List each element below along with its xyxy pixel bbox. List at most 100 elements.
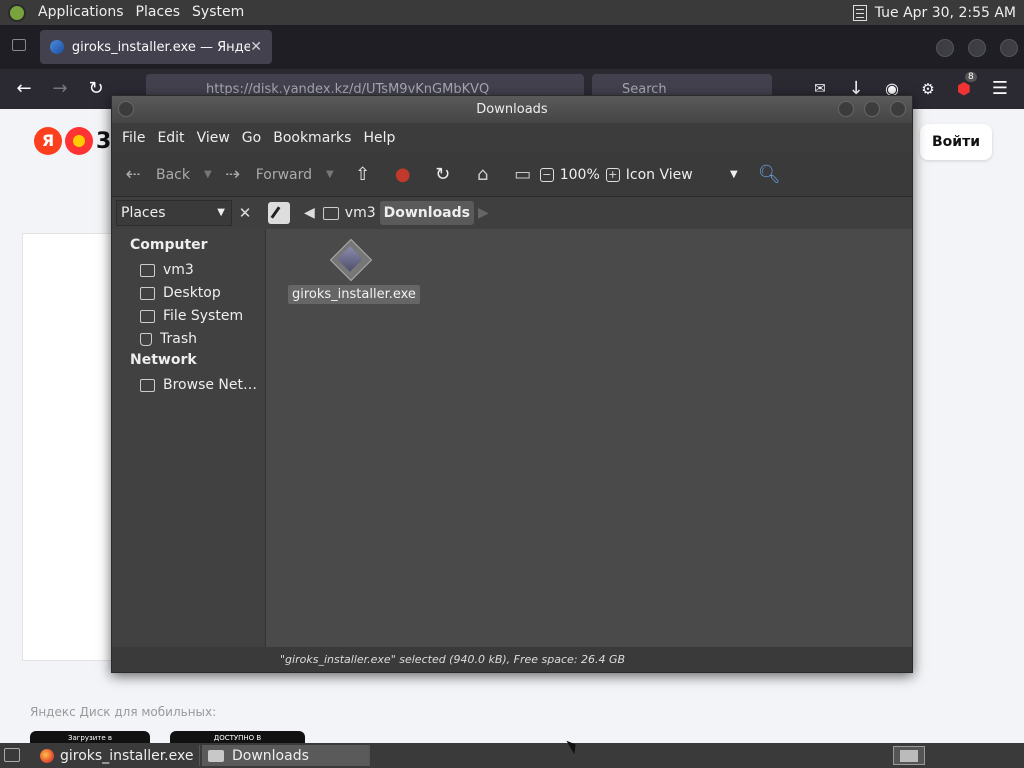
- folder-icon: [208, 749, 224, 762]
- maximize-icon[interactable]: [968, 39, 986, 57]
- sidebar-item-label: vm3: [163, 262, 194, 278]
- chevron-down-icon: ▼: [730, 169, 738, 180]
- back-button[interactable]: ⇠ Back: [122, 153, 190, 197]
- sidebar-heading-computer: Computer: [130, 237, 208, 253]
- app-store-badge[interactable]: Загрузите в: [30, 731, 150, 743]
- yandex-logo-icon: Я: [34, 127, 62, 155]
- places-menu[interactable]: Places: [130, 0, 187, 25]
- menu-file[interactable]: File: [116, 130, 151, 146]
- location-bar: Places ▼ ✕ ◀ vm3 Downloads ▶: [112, 197, 912, 229]
- sidebar-item-vm3[interactable]: vm3: [140, 259, 262, 281]
- sidebar-item-label: File System: [163, 308, 244, 324]
- notes-tray-icon[interactable]: [852, 4, 867, 21]
- clock[interactable]: Tue Apr 30, 2:55 AM: [875, 5, 1016, 21]
- desktop-folder-icon: [140, 286, 155, 300]
- zoom-level[interactable]: 100%: [560, 153, 600, 197]
- forward-arrow-icon: ⇢: [225, 163, 241, 185]
- taskbar-item-downloads[interactable]: Downloads: [202, 745, 370, 766]
- firefox-icon: [40, 748, 54, 763]
- toolbar: ⇠ Back ▼ ⇢ Forward ▼ ⇧ ● ↻ ⌂ ▭ − 100% + …: [112, 153, 912, 197]
- zoom-in-icon[interactable]: +: [605, 167, 620, 182]
- stop-icon[interactable]: ●: [392, 164, 414, 186]
- edit-location-icon[interactable]: [268, 202, 290, 224]
- sidebar-item-label: Trash: [160, 331, 197, 347]
- menu-go[interactable]: Go: [236, 130, 267, 146]
- reload-icon[interactable]: ↻: [84, 77, 108, 101]
- file-view[interactable]: giroks_installer.exe: [268, 229, 912, 647]
- taskbar-item-label: giroks_installer.exe ...: [60, 747, 200, 764]
- system-menu[interactable]: System: [186, 0, 250, 25]
- sidebar-heading-network: Network: [130, 352, 197, 368]
- menu-help[interactable]: Help: [357, 130, 401, 146]
- menu-icon[interactable]: ☰: [988, 77, 1012, 101]
- computer-icon[interactable]: ▭: [512, 164, 534, 186]
- browser-tab[interactable]: giroks_installer.exe — Янде ✕: [40, 30, 272, 64]
- trash-icon: [140, 332, 152, 346]
- list-tabs-icon[interactable]: [12, 39, 26, 51]
- zoom-out-icon[interactable]: −: [539, 167, 554, 182]
- menubar: File Edit View Go Bookmarks Help: [112, 123, 912, 153]
- back-history-dropdown-icon[interactable]: ▼: [204, 169, 212, 180]
- close-sidebar-icon[interactable]: ✕: [234, 200, 256, 226]
- forward-button[interactable]: ⇢ Forward: [222, 153, 312, 197]
- statusbar-spacer: [112, 647, 266, 672]
- places-sidebar: Computer vm3 Desktop File System Trash N…: [112, 229, 266, 647]
- menu-view[interactable]: View: [191, 130, 236, 146]
- favicon-icon: [50, 40, 64, 54]
- breadcrumb-downloads[interactable]: Downloads: [379, 201, 474, 225]
- sidebar-item-browse-network[interactable]: Browse Net…: [140, 374, 262, 396]
- extensions-icon[interactable]: ⚙: [916, 77, 940, 101]
- breadcrumb-vm3-label: vm3: [344, 205, 376, 221]
- yandex-disk-logo[interactable]: Я 3: [34, 127, 111, 155]
- forward-label: Forward: [255, 166, 313, 183]
- minimize-icon[interactable]: [936, 39, 954, 57]
- close-window-icon[interactable]: [1000, 39, 1018, 57]
- sidebar-item-trash[interactable]: Trash: [140, 328, 262, 350]
- sidebar-item-file-system[interactable]: File System: [140, 305, 262, 327]
- login-button[interactable]: Войти: [920, 124, 992, 160]
- window-menu-icon[interactable]: [118, 101, 134, 117]
- close-icon[interactable]: [890, 101, 906, 117]
- back-arrow-icon: ⇠: [125, 163, 141, 185]
- taskbar-item-firefox[interactable]: giroks_installer.exe ...: [34, 745, 200, 766]
- back-label: Back: [156, 166, 190, 183]
- sidebar-item-label: Browse Net…: [163, 377, 258, 393]
- breadcrumb: ◀ vm3 Downloads ▶: [268, 201, 493, 225]
- google-play-badge[interactable]: ДОСТУПНО В: [170, 731, 305, 743]
- executable-icon: [330, 239, 370, 279]
- show-desktop-icon[interactable]: [4, 748, 20, 762]
- network-icon: [140, 378, 155, 392]
- up-icon[interactable]: ⇧: [352, 164, 374, 186]
- extension-badge: 8: [965, 72, 977, 82]
- menu-edit[interactable]: Edit: [151, 130, 190, 146]
- browser-tabbar: giroks_installer.exe — Янде ✕: [0, 25, 1024, 69]
- workspace-switcher[interactable]: [893, 746, 925, 765]
- window-title: Downloads: [476, 102, 548, 117]
- sidebar-places-select[interactable]: Places ▼: [116, 200, 232, 226]
- tab-title: giroks_installer.exe — Янде: [71, 39, 251, 55]
- sidebar-item-label: Desktop: [163, 285, 221, 301]
- places-select-label: Places: [121, 205, 166, 221]
- distro-logo-icon[interactable]: [8, 3, 26, 22]
- clock-area: Tue Apr 30, 2:55 AM: [852, 4, 1024, 21]
- chevron-down-icon: ▼: [217, 207, 225, 218]
- home-icon[interactable]: ⌂: [472, 164, 494, 186]
- forward-icon[interactable]: →: [48, 77, 72, 101]
- minimize-icon[interactable]: [838, 101, 854, 117]
- window-titlebar[interactable]: Downloads: [112, 96, 912, 123]
- maximize-icon[interactable]: [864, 101, 880, 117]
- tab-close-icon[interactable]: ✕: [250, 39, 262, 55]
- back-icon[interactable]: ←: [12, 77, 36, 101]
- sidebar-item-desktop[interactable]: Desktop: [140, 282, 262, 304]
- path-scroll-right-icon[interactable]: ▶: [474, 201, 493, 225]
- breadcrumb-vm3[interactable]: vm3: [319, 201, 380, 225]
- forward-history-dropdown-icon[interactable]: ▼: [326, 169, 334, 180]
- path-scroll-left-icon[interactable]: ◀: [300, 201, 319, 225]
- applications-menu[interactable]: Applications: [32, 0, 130, 25]
- menu-bookmarks[interactable]: Bookmarks: [267, 130, 357, 146]
- file-item[interactable]: giroks_installer.exe: [288, 239, 420, 304]
- view-mode-label: Icon View: [625, 166, 693, 183]
- reload-icon[interactable]: ↻: [432, 164, 454, 186]
- search-icon[interactable]: 🔍︎: [758, 164, 781, 186]
- view-mode-select[interactable]: Icon View ▼: [626, 167, 738, 183]
